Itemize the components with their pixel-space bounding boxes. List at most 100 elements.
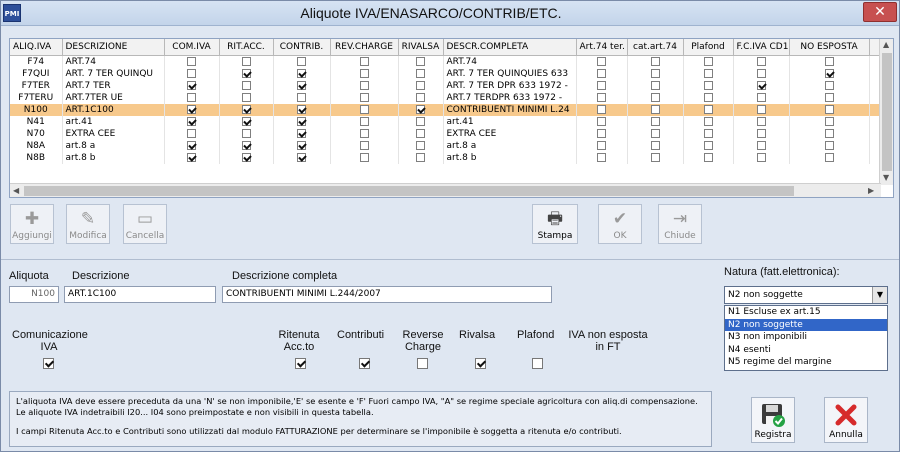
ok-button[interactable]: ✔ OK (598, 204, 642, 244)
horizontal-scroll-thumb[interactable] (24, 186, 794, 196)
row-checkbox[interactable] (650, 116, 660, 126)
cancel-button[interactable]: Annulla (824, 397, 868, 443)
close-window-button[interactable]: ✕ (863, 2, 897, 22)
row-checkbox[interactable] (597, 128, 606, 138)
comunicazione-iva-checkbox[interactable] (43, 358, 54, 369)
row-checkbox[interactable] (824, 80, 834, 90)
row-checkbox[interactable] (359, 116, 369, 126)
column-header[interactable]: Plafond (683, 39, 734, 56)
row-checkbox[interactable] (359, 140, 369, 150)
row-checkbox[interactable] (756, 152, 766, 162)
row-checkbox[interactable] (597, 140, 606, 150)
add-button[interactable]: ✚ Aggiungi (10, 204, 54, 244)
row-checkbox[interactable] (756, 68, 766, 78)
row-checkbox[interactable] (597, 104, 606, 114)
column-header[interactable]: Art.74 ter. (576, 39, 628, 56)
row-checkbox[interactable] (187, 152, 196, 162)
row-checkbox[interactable] (241, 140, 251, 150)
row-checkbox[interactable] (703, 104, 713, 114)
row-checkbox[interactable] (650, 56, 660, 66)
row-checkbox[interactable] (187, 104, 196, 114)
column-header[interactable]: ALIQ.IVA (10, 39, 63, 56)
vertical-scroll-thumb[interactable] (882, 53, 892, 171)
row-checkbox[interactable] (824, 56, 834, 66)
row-checkbox[interactable] (187, 140, 196, 150)
row-checkbox[interactable] (416, 68, 425, 78)
grid-vertical-scrollbar[interactable]: ▲ ▼ (879, 39, 893, 185)
row-checkbox[interactable] (297, 80, 306, 90)
row-checkbox[interactable] (241, 56, 251, 66)
table-row[interactable]: F74 ART.74 ART.74 (10, 55, 893, 68)
row-checkbox[interactable] (416, 128, 425, 138)
row-checkbox[interactable] (241, 80, 251, 90)
row-checkbox[interactable] (187, 92, 196, 102)
chevron-down-icon[interactable]: ▼ (872, 287, 887, 303)
save-button[interactable]: Registra (751, 397, 795, 443)
row-checkbox[interactable] (241, 152, 251, 162)
column-header[interactable]: cat.art.74 (627, 39, 684, 56)
table-row[interactable]: N100 ART.1C100 CONTRIBUENTI MINIMI L.24 (10, 103, 893, 116)
row-checkbox[interactable] (597, 92, 606, 102)
row-checkbox[interactable] (359, 56, 369, 66)
descrizione-completa-field[interactable]: CONTRIBUENTI MINIMI L.244/2007 (222, 286, 552, 303)
row-checkbox[interactable] (297, 152, 306, 162)
row-checkbox[interactable] (359, 128, 369, 138)
table-row[interactable]: N8A art.8 a art.8 a (10, 139, 893, 152)
row-checkbox[interactable] (297, 104, 306, 114)
table-row[interactable]: N41 art.41 art.41 (10, 115, 893, 128)
delete-button[interactable]: ▭ Cancella (123, 204, 167, 244)
row-checkbox[interactable] (824, 128, 834, 138)
row-checkbox[interactable] (703, 128, 713, 138)
table-row[interactable]: N8B art.8 b art.8 b (10, 151, 893, 164)
row-checkbox[interactable] (703, 80, 713, 90)
row-checkbox[interactable] (297, 68, 306, 78)
row-checkbox[interactable] (756, 140, 766, 150)
column-header[interactable]: NO ESPOSTA (789, 39, 870, 56)
row-checkbox[interactable] (241, 92, 251, 102)
row-checkbox[interactable] (703, 68, 713, 78)
reverse-charge-checkbox[interactable] (417, 358, 428, 369)
row-checkbox[interactable] (756, 92, 766, 102)
row-checkbox[interactable] (650, 140, 660, 150)
row-checkbox[interactable] (650, 104, 660, 114)
row-checkbox[interactable] (597, 152, 606, 162)
row-checkbox[interactable] (650, 128, 660, 138)
row-checkbox[interactable] (297, 128, 306, 138)
row-checkbox[interactable] (416, 104, 425, 114)
row-checkbox[interactable] (597, 80, 606, 90)
row-checkbox[interactable] (359, 92, 369, 102)
natura-options-list[interactable]: N1 Escluse ex art.15 N2 non soggette N3 no… (724, 305, 888, 371)
row-checkbox[interactable] (824, 104, 834, 114)
natura-option[interactable]: N4 esenti (725, 344, 887, 357)
row-checkbox[interactable] (241, 104, 251, 114)
column-header[interactable]: F.C.IVA CD1 (733, 39, 790, 56)
aliquota-field[interactable]: N100 (9, 286, 59, 303)
ritenuta-checkbox[interactable] (295, 358, 306, 369)
column-header[interactable]: CONTRIB. (273, 39, 331, 56)
row-checkbox[interactable] (597, 56, 606, 66)
row-checkbox[interactable] (756, 56, 766, 66)
row-checkbox[interactable] (416, 140, 425, 150)
row-checkbox[interactable] (756, 104, 766, 114)
row-checkbox[interactable] (597, 68, 606, 78)
column-header[interactable]: REV.CHARGE (330, 39, 399, 56)
row-checkbox[interactable] (297, 140, 306, 150)
row-checkbox[interactable] (824, 140, 834, 150)
column-header[interactable]: DESCRIZIONE (62, 39, 165, 56)
row-checkbox[interactable] (824, 68, 834, 78)
column-header[interactable]: RIT.ACC. (219, 39, 274, 56)
natura-option[interactable]: N5 regime del margine (725, 356, 887, 369)
row-checkbox[interactable] (359, 68, 369, 78)
row-checkbox[interactable] (703, 116, 713, 126)
aliquote-grid[interactable]: ALIQ.IVA DESCRIZIONE COM.IVA RIT.ACC. CONTRI… (9, 38, 894, 198)
row-checkbox[interactable] (241, 68, 251, 78)
plafond-checkbox[interactable] (532, 358, 543, 369)
row-checkbox[interactable] (756, 116, 766, 126)
table-row[interactable]: F7QUI ART. 7 TER QUINQU ART. 7 TER QUINQUI… (10, 67, 893, 80)
row-checkbox[interactable] (416, 80, 425, 90)
descrizione-field[interactable]: ART.1C100 (64, 286, 216, 303)
natura-select[interactable]: N2 non soggette ▼ (724, 286, 888, 304)
edit-button[interactable]: ✎ Modifica (66, 204, 110, 244)
row-checkbox[interactable] (597, 116, 606, 126)
row-checkbox[interactable] (756, 128, 766, 138)
